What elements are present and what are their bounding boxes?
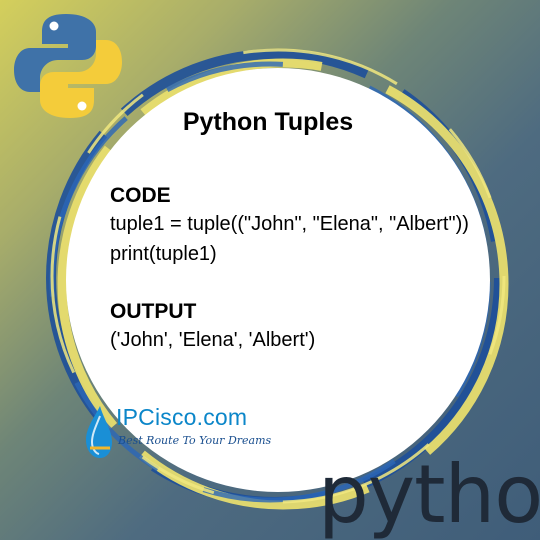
brand-name: IPCisco.com (116, 404, 248, 430)
code-line: print(tuple1) (110, 243, 217, 265)
code-heading: CODE (110, 184, 171, 207)
output-line: ('John', 'Elena', 'Albert') (110, 329, 316, 351)
output-heading: OUTPUT (110, 300, 197, 323)
water-drop-icon (86, 406, 112, 458)
python-wordmark: python (318, 448, 540, 540)
python-logo-icon (14, 14, 122, 118)
page-title: Python Tuples (182, 108, 354, 136)
brand-tagline: Best Route To Your Dreams (118, 434, 272, 447)
poster: Python Tuples CODE tuple1 = tuple(("John… (0, 0, 540, 540)
code-line: tuple1 = tuple(("John", "Elena", "Albert… (110, 213, 469, 235)
